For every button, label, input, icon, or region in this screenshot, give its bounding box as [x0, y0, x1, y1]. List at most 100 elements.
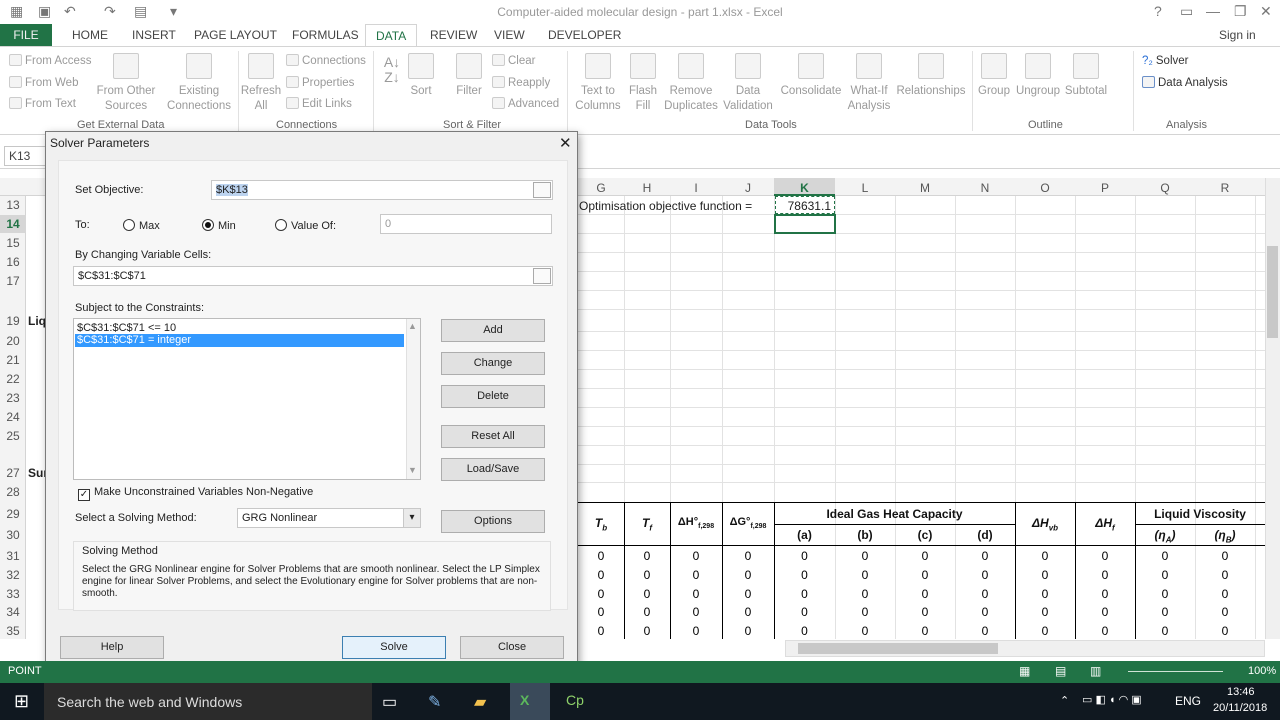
col-header-n[interactable]: N [955, 181, 1015, 195]
clear-filter-button[interactable]: Clear [492, 54, 535, 69]
restore-icon[interactable]: ❐ [1234, 3, 1247, 20]
data-cell[interactable]: 0 [835, 624, 895, 638]
data-cell[interactable]: 0 [1075, 587, 1135, 601]
data-cell[interactable]: 0 [955, 568, 1015, 582]
col-header-o[interactable]: O [1015, 181, 1075, 195]
row-header-14[interactable]: 14 [0, 215, 26, 233]
delete-button[interactable]: Delete [441, 385, 545, 408]
data-cell[interactable]: 0 [1195, 587, 1255, 601]
row-header-23[interactable]: 23 [0, 391, 26, 405]
data-analysis-button[interactable]: Data Analysis [1142, 76, 1228, 91]
data-cell[interactable]: 0 [895, 568, 955, 582]
page-layout-view-icon[interactable]: ▤ [1055, 664, 1066, 678]
task-view-icon[interactable]: ▭ [382, 692, 397, 712]
data-cell[interactable]: 0 [955, 624, 1015, 638]
subtotal-button[interactable]: Subtotal [1062, 53, 1110, 99]
page-break-view-icon[interactable]: ▥ [1090, 664, 1101, 678]
col-header-g[interactable]: G [578, 181, 624, 195]
filter-button[interactable]: Filter [452, 53, 486, 99]
ungroup-button[interactable]: Ungroup [1014, 53, 1062, 99]
data-cell[interactable]: 0 [1075, 549, 1135, 563]
data-cell[interactable]: 0 [670, 568, 722, 582]
chevron-up-icon[interactable]: ⌃ [1060, 694, 1069, 707]
solve-button[interactable]: Solve [342, 636, 446, 659]
add-button[interactable]: Add [441, 319, 545, 342]
data-cell[interactable]: 0 [1135, 568, 1195, 582]
data-cell[interactable]: 0 [1075, 624, 1135, 638]
data-cell[interactable]: 0 [1075, 605, 1135, 619]
data-cell[interactable]: 0 [1015, 624, 1075, 638]
data-cell[interactable]: 0 [1075, 568, 1135, 582]
tray-icons[interactable]: ▭ ◧ ◖ ◠ ▣ [1082, 693, 1142, 706]
min-radio[interactable]: Min [202, 219, 236, 232]
data-cell[interactable]: 0 [624, 624, 670, 638]
data-cell[interactable]: 0 [1015, 605, 1075, 619]
chevron-down-icon[interactable]: ▾ [403, 509, 420, 527]
consolidate-button[interactable]: Consolidate [778, 53, 844, 99]
row-header-31[interactable]: 31 [0, 549, 26, 563]
nonnegative-checkbox[interactable]: ✓ Make Unconstrained Variables Non-Negati… [78, 486, 313, 501]
edit-links-button[interactable]: Edit Links [286, 97, 352, 112]
load-save-button[interactable]: Load/Save [441, 458, 545, 481]
vertical-scroll-thumb[interactable] [1267, 246, 1278, 338]
col-header-r[interactable]: R [1195, 181, 1255, 195]
data-cell[interactable]: 0 [895, 605, 955, 619]
data-cell[interactable]: 0 [774, 587, 835, 601]
data-cell[interactable]: 0 [895, 624, 955, 638]
refresh-all-button[interactable]: Refresh All [240, 53, 282, 114]
active-cell-k14[interactable] [774, 214, 836, 234]
range-select-icon[interactable] [533, 182, 551, 198]
data-cell[interactable]: 0 [624, 568, 670, 582]
language-indicator[interactable]: ENG [1175, 694, 1201, 708]
col-header-m[interactable]: M [895, 181, 955, 195]
data-cell[interactable]: 0 [1015, 568, 1075, 582]
text-to-columns-button[interactable]: Text to Columns [574, 53, 622, 114]
row-header-30[interactable]: 30 [0, 528, 26, 542]
tab-view[interactable]: VIEW [494, 28, 525, 42]
tab-file[interactable]: FILE [0, 24, 52, 46]
tab-data[interactable]: DATA [365, 24, 418, 48]
close-button[interactable]: Close [460, 636, 564, 659]
tab-home[interactable]: HOME [72, 28, 108, 42]
row-header-33[interactable]: 33 [0, 587, 26, 601]
data-cell[interactable]: 0 [1195, 568, 1255, 582]
col-header-h[interactable]: H [624, 181, 670, 195]
data-cell[interactable]: 0 [895, 549, 955, 563]
solver-button[interactable]: ?₂ Solver [1142, 54, 1188, 69]
data-cell[interactable]: 0 [624, 587, 670, 601]
col-header-j[interactable]: J [722, 181, 774, 195]
help-button[interactable]: ? [1154, 3, 1162, 19]
tab-review[interactable]: REVIEW [430, 28, 477, 42]
existing-connections-button[interactable]: Existing Connections [164, 53, 234, 114]
row-header-29[interactable]: 29 [0, 507, 26, 521]
data-cell[interactable]: 0 [624, 605, 670, 619]
row-header-20[interactable]: 20 [0, 334, 26, 348]
from-access-button[interactable]: From Access [9, 54, 91, 69]
row-header-34[interactable]: 34 [0, 605, 26, 619]
set-objective-input[interactable]: $K$13 [211, 180, 553, 200]
row-header-19[interactable]: 19 [0, 314, 26, 328]
file-explorer-icon[interactable]: ▰ [474, 692, 486, 712]
change-button[interactable]: Change [441, 352, 545, 375]
data-cell[interactable]: 0 [835, 568, 895, 582]
data-cell[interactable]: 0 [835, 605, 895, 619]
data-cell[interactable]: 0 [1135, 549, 1195, 563]
row-header-16[interactable]: 16 [0, 255, 26, 269]
data-cell[interactable]: 0 [722, 605, 774, 619]
close-window-icon[interactable]: ✕ [1260, 3, 1272, 20]
data-cell[interactable]: 0 [722, 624, 774, 638]
col-header-l[interactable]: L [835, 181, 895, 195]
data-cell[interactable]: 0 [722, 549, 774, 563]
zoom-level[interactable]: 100% [1248, 665, 1276, 677]
data-cell[interactable]: 0 [670, 549, 722, 563]
horizontal-scroll-thumb[interactable] [798, 643, 998, 654]
minimize-icon[interactable]: — [1206, 3, 1220, 19]
data-cell[interactable]: 0 [1195, 624, 1255, 638]
remove-duplicates-button[interactable]: Remove Duplicates [662, 53, 720, 114]
data-cell[interactable]: 0 [1135, 587, 1195, 601]
properties-button[interactable]: Properties [286, 76, 354, 91]
constraints-list[interactable]: $C$31:$C$71 <= 10 $C$31:$C$71 = integer … [73, 318, 421, 480]
reset-all-button[interactable]: Reset All [441, 425, 545, 448]
from-web-button[interactable]: From Web [9, 76, 78, 91]
data-cell[interactable]: 0 [722, 568, 774, 582]
